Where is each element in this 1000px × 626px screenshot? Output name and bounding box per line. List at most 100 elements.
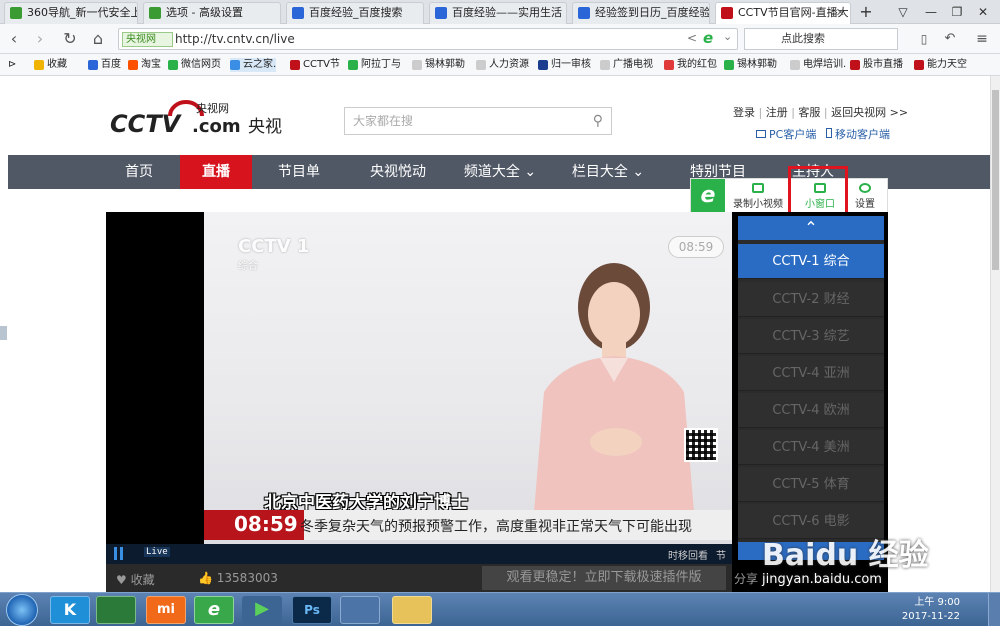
monitor-icon <box>756 130 766 138</box>
nav-columns[interactable]: 栏目大全 ⌄ <box>568 155 648 189</box>
paint-icon[interactable] <box>340 596 380 624</box>
tab-checkin-calendar[interactable]: 经验签到日历_百度经验 <box>572 2 710 24</box>
browser-search-box[interactable]: 点此搜索 <box>744 28 898 50</box>
close-tab-icon[interactable]: ✕ <box>836 3 845 23</box>
return-cctv-link[interactable]: 返回央视网 >> <box>831 106 908 119</box>
bookmark-wechat[interactable]: 微信网页 <box>168 58 221 72</box>
kugou-icon[interactable]: K <box>50 596 90 624</box>
phone-icon[interactable]: ▯ <box>914 30 934 50</box>
ie-engine-icon[interactable]: e <box>703 29 713 47</box>
login-link[interactable]: 登录 <box>733 106 755 119</box>
page-scrollbar[interactable] <box>990 76 1000 592</box>
360-browser-icon[interactable]: e <box>194 596 234 624</box>
logo-com-text: .com <box>192 116 241 137</box>
start-button[interactable] <box>6 594 38 626</box>
scroll-up-icon[interactable]: ⌃ <box>738 216 884 240</box>
site-search-input[interactable]: 大家都在搜 ⚲ <box>344 107 612 135</box>
system-clock[interactable]: 上午 9:00 2017-11-22 <box>902 596 960 624</box>
channel-cctv4-europe[interactable]: CCTV-4 欧洲 <box>738 393 884 428</box>
bookmark-ability[interactable]: 能力天空 <box>914 58 967 72</box>
bookmark-welding[interactable]: 电焊培训. <box>790 58 846 72</box>
nav-channels[interactable]: 频道大全 ⌄ <box>460 155 540 189</box>
logo-text: CCTV <box>110 110 183 138</box>
menu-shirt-icon[interactable]: ▽ <box>894 3 912 21</box>
register-link[interactable]: 注册 <box>766 106 788 119</box>
bookmark-baidu[interactable]: 百度 <box>88 58 121 72</box>
highlight-box <box>788 166 848 216</box>
search-icon[interactable]: ⚲ <box>593 108 603 134</box>
nav-yuedong[interactable]: 央视悦动 <box>358 155 438 189</box>
record-video-button[interactable]: 录制小视频 <box>733 183 783 210</box>
settings-button[interactable]: 设置 <box>855 183 875 210</box>
back-icon[interactable]: ‹ <box>4 30 24 50</box>
web-page: CCTV .com 央视网 央视 大家都在搜 ⚲ 登录 | 注册 | 客服 | … <box>0 76 990 592</box>
gear-icon <box>859 183 871 193</box>
scrollbar-thumb[interactable] <box>992 90 999 270</box>
bookmark-xilin-1[interactable]: 锡林郭勒 <box>412 58 465 72</box>
maximize-button[interactable]: ❐ <box>948 3 966 21</box>
tab-cctv-live[interactable]: CCTV节目官网-直播大 ✕ <box>715 2 851 24</box>
collect-button[interactable]: ♥ 收藏 <box>116 571 155 588</box>
tab-options[interactable]: 选项 - 高级设置 <box>143 2 281 24</box>
bookmark-aladdin[interactable]: 阿拉丁与 <box>348 58 401 72</box>
tab-label: 360导航_新一代安全上 <box>27 6 138 19</box>
tab-baidu-search[interactable]: 百度经验_百度搜索 <box>286 2 424 24</box>
new-tab-button[interactable]: + <box>857 3 875 21</box>
channel-cctv3[interactable]: CCTV-3 综艺 <box>738 319 884 354</box>
mobile-icon <box>826 128 832 138</box>
minimize-button[interactable]: — <box>922 3 940 21</box>
photoshop-icon[interactable]: Ps <box>292 596 332 624</box>
bookmark-hr[interactable]: 人力资源 <box>476 58 529 72</box>
camera-icon <box>752 183 764 193</box>
nav-live[interactable]: 直播 <box>180 155 252 189</box>
pause-icon[interactable] <box>114 547 117 560</box>
channel-cctv5[interactable]: CCTV-5 体育 <box>738 467 884 502</box>
tab-label: 选项 - 高级设置 <box>166 6 243 19</box>
undo-icon[interactable]: ↶ <box>940 30 960 50</box>
bookmark-redpacket[interactable]: 我的红包 <box>664 58 717 72</box>
settings-icon <box>149 7 161 19</box>
bookmark-favorites[interactable]: 收藏 <box>34 58 67 72</box>
excel-icon[interactable] <box>96 596 136 624</box>
video-frame[interactable]: CCTV 1 综合 08:59 北京中医药大学的刘宁博士 08:59 冬季复杂天… <box>204 212 732 544</box>
bookmark-stock[interactable]: 股市直播 <box>850 58 903 72</box>
bookmark-radio-tv[interactable]: 广播电视 <box>600 58 653 72</box>
bookmarks-expand-icon[interactable]: ⊳ <box>8 58 16 72</box>
bookmark-cctv[interactable]: CCTV节 <box>290 58 340 72</box>
like-button[interactable]: 👍 13583003 <box>198 571 278 585</box>
mi-icon[interactable]: mi <box>146 596 186 624</box>
media-player-icon[interactable]: ▶ <box>242 596 282 624</box>
close-window-button[interactable]: ✕ <box>974 3 992 21</box>
refresh-icon[interactable]: ↻ <box>60 30 80 50</box>
chevron-down-icon[interactable]: ⌄ <box>723 30 732 43</box>
bookmark-yunzhijia[interactable]: 云之家. <box>230 58 277 72</box>
pc-client-link[interactable]: PC客户端 <box>756 126 816 142</box>
download-plugin-banner[interactable]: 观看更稳定！立即下载极速插件版 <box>482 566 726 590</box>
bookmark-xilin-2[interactable]: 锡林郭勒 <box>724 58 777 72</box>
timeshift-button[interactable]: 时移回看 <box>668 547 708 562</box>
share-icon[interactable]: < <box>687 31 697 45</box>
tab-360-nav[interactable]: 360导航_新一代安全上 <box>4 2 138 24</box>
sidebar-toggle-handle[interactable] <box>0 326 7 340</box>
show-desktop-button[interactable] <box>988 593 1000 626</box>
bookmark-taobao[interactable]: 淘宝 <box>128 58 161 72</box>
nav-schedule[interactable]: 节目单 <box>264 155 334 189</box>
channel-cctv4-america[interactable]: CCTV-4 美洲 <box>738 430 884 465</box>
customer-service-link[interactable]: 客服 <box>798 106 820 119</box>
forward-icon[interactable]: › <box>30 30 50 50</box>
qr-code <box>684 428 718 462</box>
tab-baidu-jingyan[interactable]: 百度经验——实用生活 <box>429 2 567 24</box>
bookmark-review[interactable]: 归一审核 <box>538 58 591 72</box>
mobile-client-link[interactable]: 移动客户端 <box>826 126 890 142</box>
home-icon[interactable]: ⌂ <box>88 30 108 50</box>
channel-cctv2[interactable]: CCTV-2 财经 <box>738 282 884 317</box>
channel-cctv1[interactable]: CCTV-1 综合 <box>738 244 884 279</box>
share-button[interactable]: 分享 <box>734 570 758 587</box>
menu-icon[interactable]: ≡ <box>972 30 992 50</box>
explorer-folder-icon[interactable] <box>392 596 432 624</box>
cctv-logo[interactable]: CCTV .com 央视网 央视 <box>110 98 290 138</box>
url-bar[interactable]: 央视网 http://tv.cntv.cn/live < e ⌄ <box>118 28 738 50</box>
nav-home[interactable]: 首页 <box>108 155 170 189</box>
heart-icon: ♥ <box>116 573 127 587</box>
channel-cctv4-asia[interactable]: CCTV-4 亚洲 <box>738 356 884 391</box>
